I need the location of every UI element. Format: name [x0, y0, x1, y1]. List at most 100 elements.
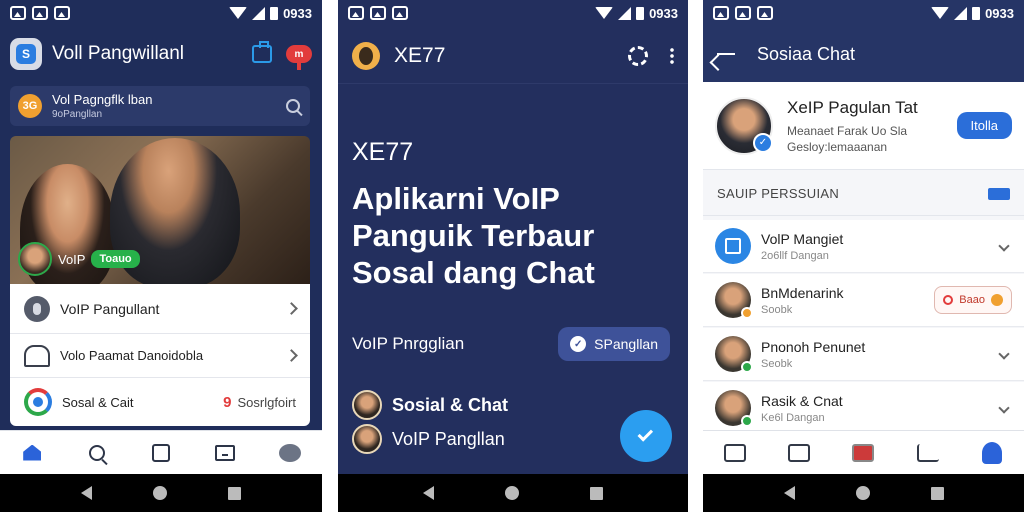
chevron-down-icon[interactable] — [998, 402, 1010, 414]
tray-icon — [215, 444, 236, 461]
call-button[interactable]: ✓ SPangllan — [558, 327, 670, 361]
status-bar: 0933 — [338, 0, 688, 26]
battery-icon — [972, 6, 981, 20]
phone-screen-social-chat: 0933 Sosiaa Chat XeIP Pagulan Tat Meanae… — [703, 0, 1024, 512]
menu-item-social[interactable]: Sosal & Cait 9 Sosrlgfoirt — [10, 378, 310, 426]
list-item-sub: 2o6llf Dangan — [761, 249, 829, 262]
hero-pill[interactable]: Toauo — [91, 250, 140, 268]
status-time: 0933 — [985, 5, 1014, 21]
stats-tab[interactable] — [916, 442, 939, 464]
pin-icon: 9 — [223, 393, 232, 411]
back-icon[interactable] — [783, 486, 795, 500]
s-logo-icon: S — [16, 44, 36, 64]
list-item-sub: Ke6l Dangan — [761, 411, 825, 424]
home-button-icon[interactable] — [504, 486, 519, 500]
profile-line-1: Meanaet Farak Uo Sla — [787, 123, 908, 138]
status-time: 0933 — [283, 5, 312, 21]
grid-icon[interactable] — [988, 187, 1010, 200]
recents-icon[interactable] — [589, 486, 603, 500]
alert-icon — [852, 443, 875, 462]
status-dot-icon — [741, 415, 753, 427]
hero-label: VoIP — [58, 251, 86, 267]
chat-bubble-icon — [278, 443, 301, 462]
profile-line-2: Gesloy:lemaaanan — [787, 139, 888, 154]
avatar[interactable] — [715, 96, 773, 155]
microphone-icon — [24, 295, 50, 322]
brand-badge-icon: 3G — [18, 94, 42, 118]
profile-tab[interactable] — [981, 441, 1003, 464]
home-button-icon[interactable] — [855, 486, 870, 500]
list-item-name: VolP Mangiet — [761, 230, 844, 247]
section-label: SAUIP PERSSUIAN — [717, 186, 840, 201]
alerts-tab[interactable] — [852, 442, 875, 464]
record-icon — [943, 295, 954, 305]
recents-icon[interactable] — [228, 486, 242, 500]
dot-icon — [991, 294, 1003, 306]
menu-item-voip[interactable]: VoIP Pangullant — [10, 284, 310, 334]
list-item-name: Rasik & Cnat — [761, 392, 843, 409]
chat-tab[interactable] — [278, 442, 301, 464]
avatar — [715, 336, 753, 373]
menu-item-label: Volo Paamat Danoidobla — [60, 348, 204, 363]
intro-heading: Aplikarni VoIP Panguik Terbaur Sosal dan… — [352, 180, 674, 291]
app-header: Sosiaa Chat — [703, 26, 1024, 82]
heading-line: Sosal dang Chat — [352, 255, 595, 290]
contact-item[interactable]: Sosial & Chat — [352, 390, 508, 420]
list-item[interactable]: Rasik & Cnat Ke6l Dangan — [703, 382, 1024, 435]
search-card[interactable]: 3G Vol Pagngflk lban 9oPangllan — [10, 86, 310, 126]
hero-chip[interactable]: VoIP Toauo — [18, 242, 140, 276]
notification-badge-icon[interactable]: m — [286, 45, 312, 70]
app-logo: S — [10, 38, 42, 70]
back-icon[interactable] — [423, 486, 435, 500]
list-item-sub: Seobk — [761, 357, 793, 370]
person-icon — [359, 46, 373, 65]
heading-line: Aplikarni VoIP — [352, 181, 560, 216]
search-icon — [88, 444, 105, 461]
fab-confirm-button[interactable] — [620, 410, 672, 462]
gallery-notification-icon — [348, 6, 364, 20]
frame-icon — [151, 443, 170, 462]
system-nav-bar — [703, 474, 1024, 512]
app-header: S Voll Pangwillanl m — [0, 28, 322, 80]
home-tab[interactable] — [724, 442, 747, 464]
intro-subtitle: XE77 — [352, 138, 414, 166]
hero-image[interactable]: VoIP Toauo — [10, 136, 310, 284]
media-tab[interactable] — [150, 442, 172, 464]
status-time: 0933 — [649, 5, 678, 21]
list-item[interactable]: Pnonoh Penunet Seobk — [703, 328, 1024, 381]
recents-icon[interactable] — [930, 486, 944, 500]
home-tab[interactable] — [21, 442, 43, 464]
avatar[interactable] — [352, 41, 380, 70]
contact-name: VoIP Pangllan — [392, 428, 505, 449]
more-vertical-icon[interactable] — [670, 46, 674, 65]
inbox-tab[interactable] — [214, 442, 236, 464]
status-pill-button[interactable]: Baao — [934, 286, 1012, 314]
search-tab[interactable] — [86, 442, 108, 464]
contacts-tab[interactable] — [788, 442, 811, 464]
gear-icon[interactable] — [628, 45, 648, 66]
back-icon[interactable] — [80, 486, 92, 500]
contact-item[interactable]: VoIP Pangllan — [352, 424, 505, 454]
wifi-icon — [595, 7, 614, 19]
arrow-left-icon[interactable] — [717, 53, 735, 55]
chevron-down-icon[interactable] — [998, 348, 1010, 360]
list-item-sub: Soobk — [761, 303, 793, 316]
status-dot-icon — [741, 361, 753, 373]
status-dot-icon — [741, 307, 753, 319]
user-icon — [981, 441, 1002, 464]
menu-item-bank[interactable]: Volo Paamat Danoidobla — [10, 334, 310, 378]
list-item[interactable]: VolP Mangiet 2o6llf Dangan — [703, 220, 1024, 273]
inbox-icon[interactable] — [252, 41, 272, 63]
list-item[interactable]: BnMdenarink Soobk Baao — [703, 274, 1024, 327]
app-header: XE77 — [338, 28, 688, 84]
home-icon — [23, 444, 42, 461]
search-icon[interactable] — [286, 99, 300, 113]
list-item-name: Pnonoh Penunet — [761, 338, 866, 355]
home-button-icon[interactable] — [152, 486, 167, 500]
gallery-notification-icon — [32, 6, 48, 20]
wifi-icon — [931, 7, 950, 19]
check-circle-icon: ✓ — [570, 336, 587, 352]
profile-action-button[interactable]: Itolla — [956, 112, 1012, 139]
avatar — [18, 242, 52, 276]
chevron-down-icon[interactable] — [998, 240, 1010, 252]
